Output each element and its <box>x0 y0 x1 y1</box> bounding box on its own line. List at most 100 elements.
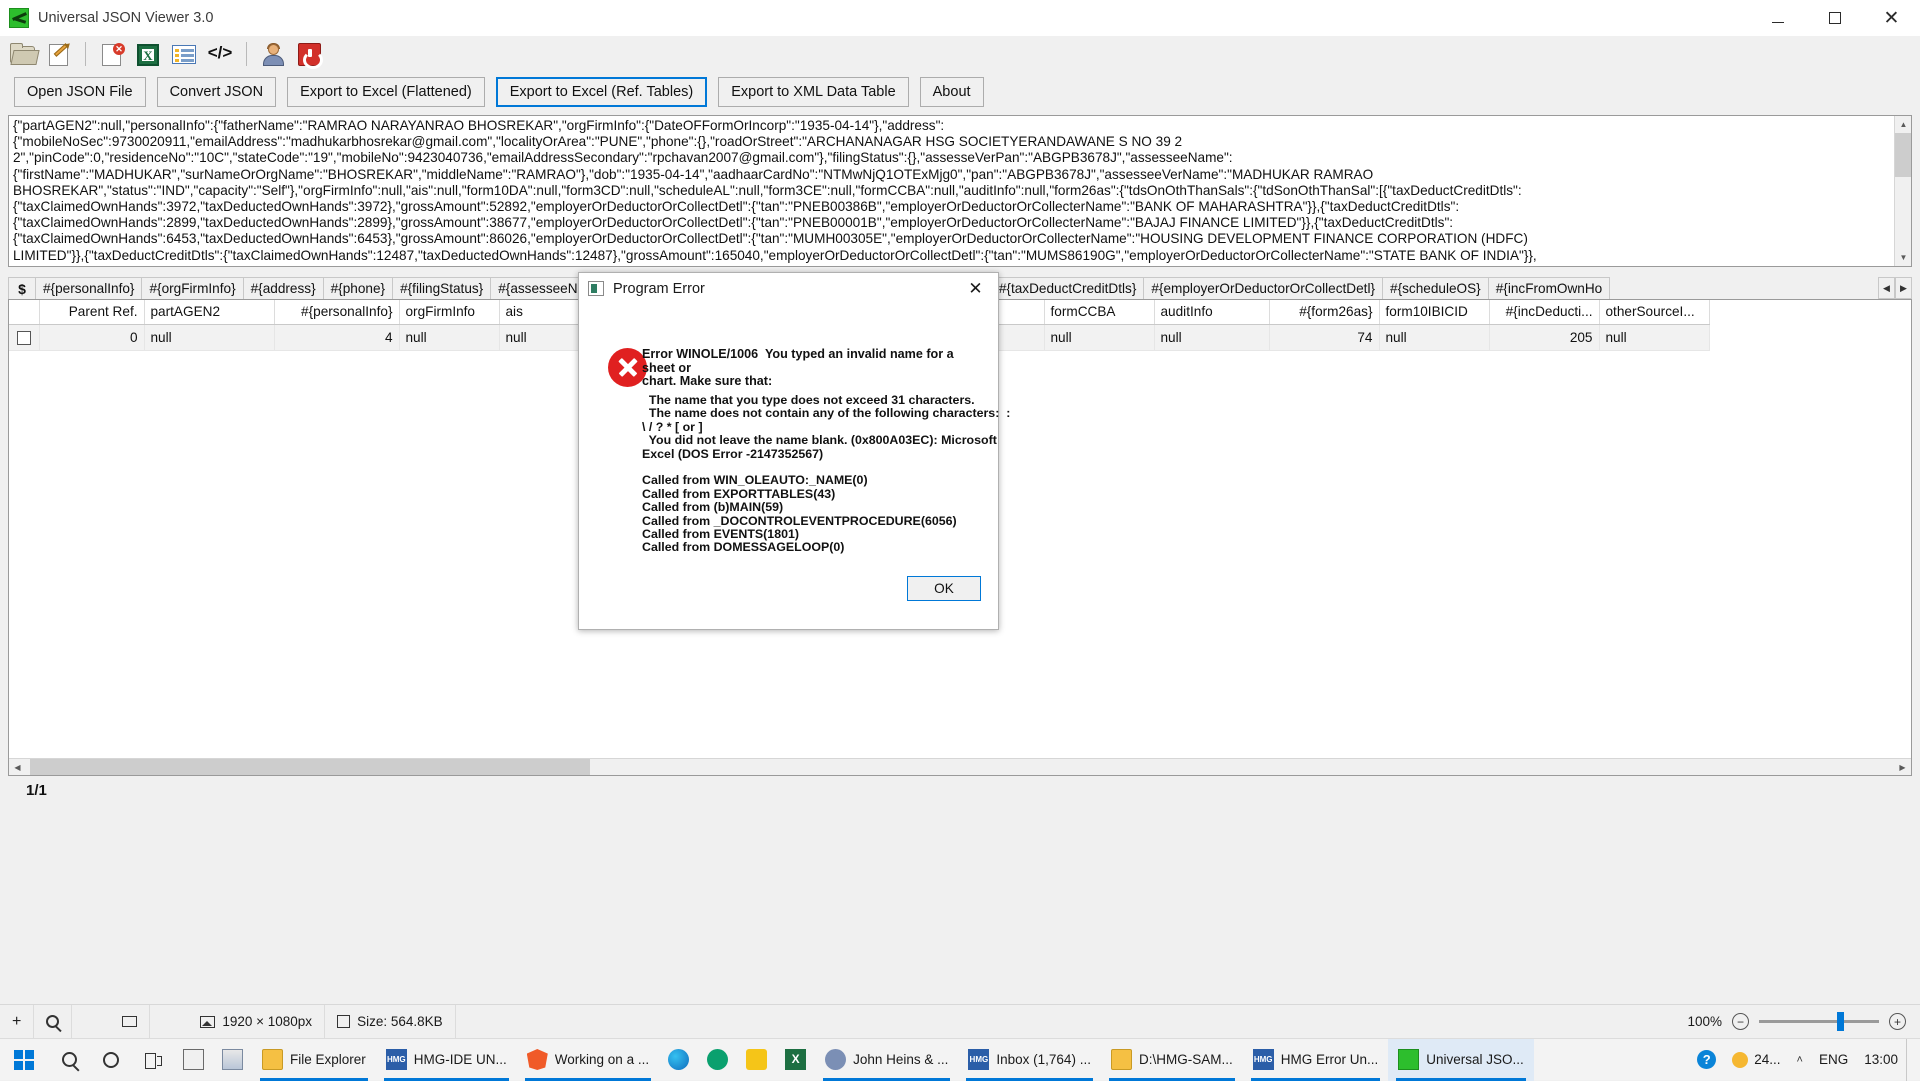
cell-form26as[interactable]: 74 <box>1269 324 1379 350</box>
code-icon[interactable]: </> <box>205 40 235 68</box>
zoom-slider-thumb[interactable] <box>1837 1012 1844 1031</box>
about-button[interactable]: About <box>920 77 984 107</box>
edit-page-icon[interactable] <box>44 40 74 68</box>
tab-incfromownho[interactable]: #{incFromOwnHo <box>1488 277 1611 299</box>
convert-json-button[interactable]: Convert JSON <box>157 77 276 107</box>
taskbar-item-hmg-sam[interactable]: D:\HMG-SAM... <box>1101 1039 1243 1081</box>
open-folder-icon[interactable] <box>8 40 38 68</box>
tab-scroll-right-icon[interactable]: ▶ <box>1895 277 1912 299</box>
hscroll-right-icon[interactable]: ▶ <box>1894 759 1911 775</box>
start-button[interactable] <box>0 1050 48 1070</box>
minimize-button[interactable] <box>1749 0 1806 36</box>
tab-scroll-controls: ◀ ▶ <box>1878 277 1912 299</box>
taskbar-item-inbox[interactable]: HMG Inbox (1,764) ... <box>958 1039 1101 1081</box>
tab-address[interactable]: #{address} <box>243 277 324 299</box>
cell-othersourcei[interactable]: null <box>1599 324 1709 350</box>
json-text-panel[interactable]: {"partAGEN2":null,"personalInfo":{"fathe… <box>8 115 1912 267</box>
cell-personalinfo[interactable]: 4 <box>274 324 399 350</box>
cell-auditinfo[interactable]: null <box>1154 324 1269 350</box>
taskbar-item-edge[interactable] <box>659 1039 698 1081</box>
cell-orgfirminfo[interactable]: null <box>399 324 499 350</box>
taskbar-task-view-button[interactable] <box>132 1039 174 1081</box>
excel-icon[interactable]: X <box>133 40 163 68</box>
tray-weather[interactable]: 24... <box>1724 1039 1788 1081</box>
export-excel-flattened-button[interactable]: Export to Excel (Flattened) <box>287 77 485 107</box>
taskbar-item-file-explorer[interactable]: File Explorer <box>252 1039 376 1081</box>
status-add-cell[interactable]: + <box>0 1005 34 1039</box>
list-view-icon[interactable] <box>169 40 199 68</box>
export-excel-ref-tables-button[interactable]: Export to Excel (Ref. Tables) <box>496 77 707 107</box>
close-button[interactable]: ✕ <box>1863 0 1920 36</box>
page-error-icon[interactable]: ✕ <box>97 40 127 68</box>
tab-taxdeductcreditdtls[interactable]: #{taxDeductCreditDtls} <box>991 277 1145 299</box>
cell-incdeducti[interactable]: 205 <box>1489 324 1599 350</box>
row-checkbox-cell[interactable] <box>9 324 39 350</box>
edge-icon <box>668 1049 689 1070</box>
show-desktop-button[interactable] <box>1906 1039 1914 1081</box>
app-icon <box>9 8 29 28</box>
taskbar-item-excel[interactable]: X <box>776 1039 815 1081</box>
tab-personalinfo[interactable]: #{personalInfo} <box>35 277 142 299</box>
tray-help-button[interactable]: ? <box>1689 1039 1724 1081</box>
grid-col-orgfirminfo[interactable]: orgFirmInfo <box>399 300 499 324</box>
tab-phone[interactable]: #{phone} <box>323 277 393 299</box>
taskbar-item-opera[interactable] <box>698 1039 737 1081</box>
user-icon[interactable] <box>258 40 288 68</box>
grid-col-formccba[interactable]: formCCBA <box>1044 300 1154 324</box>
grid-col-check[interactable] <box>9 300 39 324</box>
tab-scroll-left-icon[interactable]: ◀ <box>1878 277 1895 299</box>
tab-root[interactable]: $ <box>8 277 36 299</box>
grid-col-form10ibicid[interactable]: form10IBICID <box>1379 300 1489 324</box>
grid-col-personalinfo[interactable]: #{personalInfo} <box>274 300 399 324</box>
tray-language[interactable]: ENG <box>1811 1039 1856 1081</box>
status-monitor-cell[interactable] <box>72 1005 150 1039</box>
row-checkbox[interactable] <box>17 331 31 345</box>
zoom-slider[interactable] <box>1759 1020 1879 1023</box>
mail-icon: HMG <box>968 1049 989 1070</box>
zoom-out-button[interactable]: − <box>1732 1013 1749 1030</box>
grid-col-incdeducti[interactable]: #{incDeducti... <box>1489 300 1599 324</box>
grid-col-parent-ref[interactable]: Parent Ref. <box>39 300 144 324</box>
taskbar-item-brave[interactable]: Working on a ... <box>517 1039 659 1081</box>
tab-scheduleos[interactable]: #{scheduleOS} <box>1382 277 1489 299</box>
taskbar-item-hmg-error[interactable]: HMG HMG Error Un... <box>1243 1039 1389 1081</box>
taskbar-item-universal-json-viewer[interactable]: Universal JSO... <box>1388 1039 1534 1081</box>
grid-col-partagen2[interactable]: partAGEN2 <box>144 300 274 324</box>
hscroll-thumb[interactable] <box>30 759 590 775</box>
status-zoom-cell[interactable] <box>34 1005 72 1039</box>
hscroll-left-icon[interactable]: ◀ <box>9 759 26 775</box>
dialog-close-icon[interactable]: ✕ <box>953 273 998 304</box>
grid-col-form26as[interactable]: #{form26as} <box>1269 300 1379 324</box>
tab-filingstatus[interactable]: #{filingStatus} <box>392 277 491 299</box>
grid-horizontal-scrollbar[interactable]: ◀ ▶ <box>9 758 1911 775</box>
export-xml-data-table-button[interactable]: Export to XML Data Table <box>718 77 908 107</box>
tab-orgfirminfo[interactable]: #{orgFirmInfo} <box>141 277 243 299</box>
tab-employerordeductororcollectdetl[interactable]: #{employerOrDeductorOrCollectDetl} <box>1143 277 1383 299</box>
cell-formccba[interactable]: null <box>1044 324 1154 350</box>
taskbar-item-chart-app[interactable] <box>213 1039 252 1081</box>
scroll-thumb[interactable] <box>1895 133 1912 177</box>
scroll-down-icon[interactable]: ▼ <box>1895 249 1912 266</box>
tray-clock[interactable]: 13:00 <box>1856 1039 1906 1081</box>
taskbar-item-hmg-ide[interactable]: HMG HMG-IDE UN... <box>376 1039 517 1081</box>
zoom-in-button[interactable]: + <box>1889 1013 1906 1030</box>
grid-col-auditinfo[interactable]: auditInfo <box>1154 300 1269 324</box>
taskbar-search-button[interactable] <box>48 1039 90 1081</box>
cell-form10ibicid[interactable]: null <box>1379 324 1489 350</box>
maximize-button[interactable] <box>1806 0 1863 36</box>
power-icon[interactable] <box>294 40 324 68</box>
taskbar-item-john-heins[interactable]: John Heins & ... <box>815 1039 958 1081</box>
scroll-up-icon[interactable]: ▲ <box>1895 116 1912 133</box>
grid-col-othersourcei[interactable]: otherSourceI... <box>1599 300 1709 324</box>
ok-button[interactable]: OK <box>907 576 981 601</box>
taskbar-item-calculator[interactable] <box>174 1039 213 1081</box>
cell-partagen2[interactable]: null <box>144 324 274 350</box>
json-vertical-scrollbar[interactable]: ▲ ▼ <box>1894 116 1911 266</box>
dialog-title: Program Error <box>613 281 705 297</box>
taskbar-item-pdf[interactable] <box>737 1039 776 1081</box>
dialog-body: Error WINOLE/1006 You typed an invalid n… <box>579 304 998 556</box>
tray-expand-button[interactable]: ˄ <box>1789 1039 1811 1081</box>
cell-parent-ref[interactable]: 0 <box>39 324 144 350</box>
open-json-file-button[interactable]: Open JSON File <box>14 77 146 107</box>
taskbar-cortana-button[interactable] <box>90 1039 132 1081</box>
